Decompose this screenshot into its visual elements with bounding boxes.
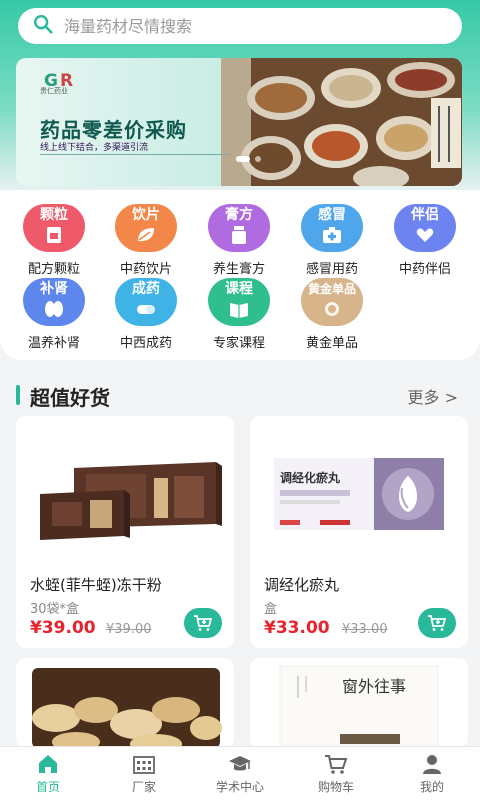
tab-label: 我的	[419, 780, 444, 794]
category-badge: 膏方	[225, 207, 253, 223]
tab-cart[interactable]: 购物车	[288, 747, 384, 800]
tab-label: 首页	[35, 780, 60, 794]
product-price: ¥39.00	[30, 618, 96, 638]
product-name: 调经化瘀丸	[264, 576, 340, 594]
category-kidney[interactable]: 补肾 温养补肾	[6, 278, 102, 351]
search-input[interactable]	[64, 16, 444, 36]
search-bar[interactable]	[18, 8, 462, 44]
category-badge: 饮片	[132, 207, 160, 223]
banner-divider	[40, 154, 230, 155]
tab-profile[interactable]: 我的	[384, 747, 480, 800]
category-patent-medicine[interactable]: 成药 中西成药	[98, 278, 194, 351]
tab-home[interactable]: 首页	[0, 747, 96, 800]
medkit-icon: 感冒	[301, 204, 363, 252]
product-image: 调经化瘀丸	[250, 416, 468, 566]
category-label: 配方颗粒	[27, 262, 80, 277]
carousel-dot[interactable]	[255, 156, 261, 162]
cart-plus-icon	[194, 615, 213, 631]
product-card[interactable]: 水蛭(菲牛蛭)冻干粉 30袋*盒 ¥39.00 ¥39.00	[16, 416, 234, 648]
product-original-price: ¥39.00	[106, 622, 152, 637]
featured-section-header: 超值好货 更多 >	[16, 382, 464, 410]
product-price: ¥33.00	[264, 618, 330, 638]
box-label: 调经化瘀丸	[280, 470, 341, 485]
category-label: 中药饮片	[119, 262, 172, 277]
category-label: 黄金单品	[305, 336, 358, 351]
tab-label: 学术中心	[215, 780, 264, 794]
person-icon	[423, 755, 441, 774]
category-cold-medicine[interactable]: 感冒 感冒用药	[284, 204, 380, 277]
product-card[interactable]	[16, 658, 234, 748]
heart-hand-icon: 伴侣	[394, 204, 456, 252]
herbs-photo	[221, 58, 462, 186]
category-label: 中药伴侣	[398, 262, 451, 277]
product-image	[16, 416, 234, 566]
category-gold-items[interactable]: 黄金单品 黄金单品	[284, 278, 380, 351]
category-badge: 课程	[225, 281, 253, 297]
category-badge: 补肾	[40, 281, 68, 297]
book-icon: 课程	[208, 278, 270, 326]
capsule-icon: 成药	[115, 278, 177, 326]
search-icon	[32, 13, 54, 39]
brand-logo: G R	[44, 71, 73, 91]
category-label: 中西成药	[119, 336, 172, 351]
cart-icon	[325, 755, 348, 774]
promo-banner[interactable]: G R 贵仁药业 药品零差价采购 线上线下结合，多渠道引流	[16, 58, 462, 186]
category-granules[interactable]: 颗粒 配方颗粒	[6, 204, 102, 277]
factory-icon	[133, 756, 155, 774]
brand-name: 贵仁药业	[40, 87, 68, 95]
product-card[interactable]: 调经化瘀丸 调经化瘀丸 盒 ¥33.00 ¥33.00	[250, 416, 468, 648]
kidney-icon: 补肾	[23, 278, 85, 326]
carousel-dots[interactable]	[236, 156, 261, 162]
jar-icon: 膏方	[208, 204, 270, 252]
category-companion[interactable]: 伴侣 中药伴侣	[377, 204, 473, 277]
product-image: 窗外往事	[250, 658, 468, 748]
product-spec: 盒	[264, 602, 278, 617]
category-decoction-pieces[interactable]: 饮片 中药饮片	[98, 204, 194, 277]
category-label: 感冒用药	[305, 262, 358, 277]
home-icon	[39, 755, 57, 773]
category-label: 专家课程	[212, 336, 265, 351]
product-original-price: ¥33.00	[342, 622, 388, 637]
gold-item-icon: 黄金单品	[301, 278, 363, 326]
product-image	[16, 658, 234, 748]
product-spec: 30袋*盒	[30, 602, 80, 617]
banner-title: 药品零差价采购	[40, 118, 187, 142]
more-link[interactable]: 更多 >	[408, 384, 459, 408]
graduation-cap-icon	[229, 756, 251, 771]
tab-label: 厂家	[131, 780, 156, 794]
tab-academic-center[interactable]: 学术中心	[192, 747, 288, 800]
tab-manufacturers[interactable]: 厂家	[96, 747, 192, 800]
leaf-icon: 饮片	[115, 204, 177, 252]
product-card[interactable]: 窗外往事	[250, 658, 468, 748]
banner-subtitle: 线上线下结合，多渠道引流	[40, 143, 149, 153]
category-badge: 颗粒	[40, 207, 68, 223]
category-badge: 成药	[132, 281, 160, 297]
product-name: 水蛭(菲牛蛭)冻干粉	[30, 576, 162, 594]
section-title: 超值好货	[30, 386, 110, 410]
add-to-cart-button[interactable]	[418, 608, 456, 638]
cart-plus-icon	[428, 615, 447, 631]
category-label: 养生膏方	[212, 262, 265, 277]
category-badge: 黄金单品	[307, 282, 356, 296]
category-badge: 感冒	[318, 207, 346, 223]
category-courses[interactable]: 课程 专家课程	[191, 278, 287, 351]
bottom-tab-bar: 首页 厂家 学术中心 购物车 我的	[0, 746, 480, 800]
book-title: 窗外往事	[342, 677, 406, 696]
tab-label: 购物车	[317, 780, 354, 794]
category-label: 温养补肾	[27, 336, 80, 351]
category-badge: 伴侣	[411, 207, 439, 223]
granule-box-icon: 颗粒	[23, 204, 85, 252]
carousel-dot-active[interactable]	[236, 156, 250, 162]
category-paste[interactable]: 膏方 养生膏方	[191, 204, 287, 277]
section-accent-bar	[16, 385, 20, 405]
add-to-cart-button[interactable]	[184, 608, 222, 638]
